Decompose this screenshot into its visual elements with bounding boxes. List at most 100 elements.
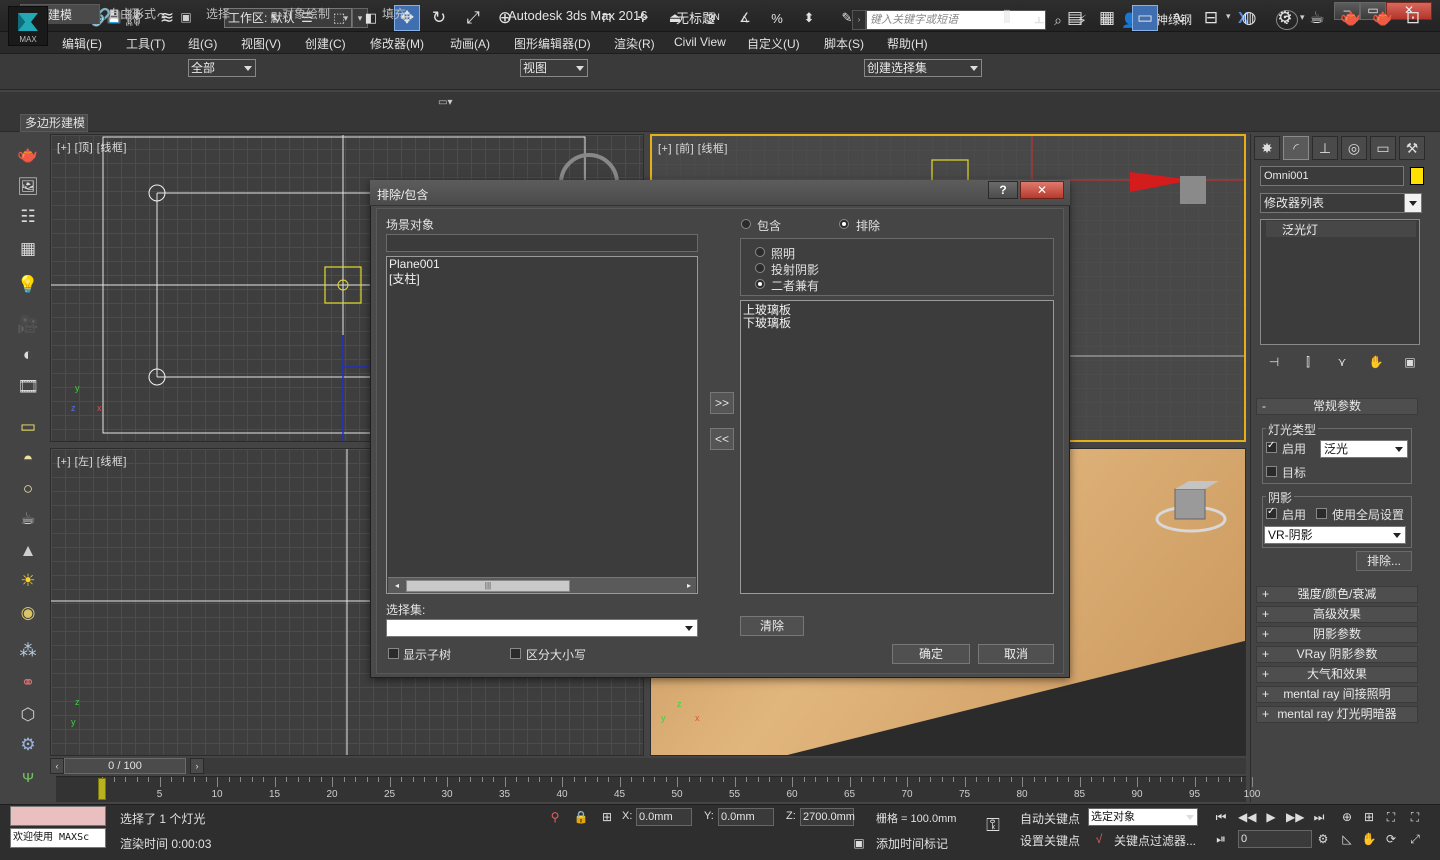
sphere-icon[interactable]: ○: [14, 476, 42, 502]
current-frame-marker[interactable]: [98, 778, 106, 800]
rendered-frame-window-icon[interactable]: ☕: [1304, 5, 1330, 31]
isolate-selection-icon[interactable]: ⚲: [546, 808, 564, 826]
list-item[interactable]: Plane001: [389, 257, 440, 271]
render-production-icon[interactable]: 🫖: [1338, 5, 1364, 31]
show-end-result-icon[interactable]: ⫿: [1296, 352, 1320, 372]
rollout-atmospheres-effects[interactable]: + 大气和效果: [1256, 666, 1418, 683]
render-in-cloud-icon[interactable]: ⊡: [1400, 5, 1426, 31]
use-global-settings-checkbox[interactable]: [1316, 508, 1327, 519]
layer-explorer-icon[interactable]: ▤: [1062, 5, 1088, 31]
schematic-view-icon[interactable]: ⊟: [1198, 5, 1224, 31]
add-time-tag-label[interactable]: 添加时间标记: [876, 835, 948, 852]
scene-objects-list[interactable]: [386, 256, 698, 594]
use-pivot-center-icon[interactable]: ⊓: [594, 5, 620, 31]
named-selection-dropdown[interactable]: 创建选择集: [864, 59, 982, 77]
sun-light-icon[interactable]: ☀: [14, 568, 42, 594]
show-subtree-checkbox[interactable]: [388, 648, 399, 659]
molecule-icon[interactable]: ⚭: [14, 670, 42, 696]
tab-object-paint[interactable]: 对象绘制: [282, 4, 330, 24]
light-enable-checkbox[interactable]: [1266, 440, 1277, 453]
orbit-view-icon[interactable]: ⟳: [1382, 830, 1400, 848]
make-unique-icon[interactable]: ⋎: [1330, 352, 1354, 372]
modify-tab-icon[interactable]: ◜: [1283, 136, 1309, 160]
scene-objects-filter-input[interactable]: [386, 234, 698, 252]
menu-help[interactable]: 帮助(H): [887, 35, 928, 52]
curve-editor-icon[interactable]: ∿: [1166, 5, 1192, 31]
previous-frame-icon[interactable]: ◀◀: [1238, 808, 1256, 826]
angle-snap-icon[interactable]: ∡: [732, 5, 758, 31]
pan-view-icon[interactable]: ✋: [1360, 830, 1378, 848]
maxscript-listener-top[interactable]: [10, 806, 106, 826]
select-manipulate-icon[interactable]: ✛: [630, 5, 656, 31]
case-sensitive-checkbox[interactable]: [510, 648, 521, 659]
target-checkbox[interactable]: [1266, 466, 1277, 477]
camera-icon[interactable]: 🎥: [14, 312, 42, 338]
scroll-thumb[interactable]: |||: [406, 580, 570, 592]
rollout-shadow-parameters[interactable]: + 阴影参数: [1256, 626, 1418, 643]
display-tab-icon[interactable]: ▭: [1370, 136, 1396, 160]
tab-selection[interactable]: 选择: [206, 4, 230, 24]
maxscript-listener[interactable]: 欢迎使用 MAXSc: [10, 828, 106, 848]
dialog-title-bar[interactable]: [370, 180, 1070, 206]
select-and-rotate-icon[interactable]: ↻: [426, 5, 452, 31]
snaps-toggle-icon[interactable]: 3ᴺ: [700, 5, 726, 31]
time-tag-icon[interactable]: ▣: [850, 834, 868, 852]
rollout-vray-shadow-parameters[interactable]: + VRay 阴影参数: [1256, 646, 1418, 663]
user-menu-arrow[interactable]: ▾: [1226, 11, 1231, 22]
table-panel-icon[interactable]: ▦: [14, 236, 42, 262]
scroll-right-icon[interactable]: ▸: [682, 580, 696, 592]
include-radio[interactable]: [741, 219, 751, 229]
pin-stack-icon[interactable]: ⊣: [1262, 352, 1286, 372]
menu-rendering[interactable]: 渲染(R): [614, 35, 655, 52]
field-of-view-icon[interactable]: ◺: [1338, 830, 1356, 848]
time-slider[interactable]: 0 / 100: [64, 758, 186, 774]
clear-button[interactable]: 清除: [740, 616, 804, 636]
box-primitive-icon[interactable]: ▭: [14, 414, 42, 440]
absolute-transform-icon[interactable]: ⊞: [598, 808, 616, 826]
menu-create[interactable]: 创建(C): [305, 35, 346, 52]
x-coordinate-field[interactable]: 0.0mm: [636, 808, 692, 826]
maximize-viewport-icon[interactable]: ⤢: [1406, 830, 1424, 848]
selection-filter-dropdown[interactable]: 全部: [188, 59, 256, 77]
scroll-left-icon[interactable]: ◂: [390, 580, 404, 592]
disk-icon[interactable]: ◉: [14, 600, 42, 626]
excluded-objects-list[interactable]: [740, 300, 1054, 594]
bind-to-space-warp-icon[interactable]: ≋: [154, 5, 180, 31]
play-icon[interactable]: ▶: [1262, 808, 1280, 826]
prev-frame-arrow[interactable]: ‹: [50, 758, 64, 774]
polygon-modeling-panel[interactable]: 多边形建模: [20, 114, 88, 132]
add-to-exclude-button[interactable]: >>: [710, 392, 734, 414]
timeline-track[interactable]: 5 10 15 20 25 30 35 40 45 50 55 60 65 70 75 80 85 90 95 100: [56, 776, 1260, 802]
material-editor-icon[interactable]: ◍: [1236, 5, 1262, 31]
rollout-intensity[interactable]: + 强度/颜色/衰减: [1256, 586, 1418, 603]
menu-customize[interactable]: 自定义(U): [747, 35, 800, 52]
shadow-casting-radio[interactable]: [755, 263, 765, 273]
modifier-list-arrow[interactable]: [1404, 194, 1421, 212]
render-frame-icon[interactable]: 🖼: [14, 174, 42, 200]
remove-from-exclude-button[interactable]: <<: [710, 428, 734, 450]
menu-graph-editors[interactable]: 图形编辑器(D): [514, 35, 591, 52]
key-filters-icon[interactable]: √: [1090, 830, 1108, 848]
rollout-advanced-effects[interactable]: + 高级效果: [1256, 606, 1418, 623]
tab-populate[interactable]: 填充: [382, 4, 406, 24]
render-setup-icon[interactable]: ⚙: [1272, 5, 1298, 31]
utilities-tab-icon[interactable]: ⚒: [1399, 136, 1425, 160]
current-frame-field[interactable]: 0: [1238, 830, 1312, 848]
remove-modifier-icon[interactable]: ✋: [1364, 352, 1388, 372]
create-tab-icon[interactable]: ✸: [1254, 136, 1280, 160]
exclude-button[interactable]: 排除...: [1356, 551, 1412, 571]
teapot-primitive-icon[interactable]: ☕: [14, 506, 42, 532]
menu-edit[interactable]: 编辑(E): [62, 35, 102, 52]
scene-explorer-icon[interactable]: ▭: [1132, 5, 1158, 31]
set-key-button[interactable]: 设置关键点: [1020, 832, 1080, 849]
menu-modifiers[interactable]: 修改器(M): [370, 35, 424, 52]
cone-icon[interactable]: ▲: [14, 538, 42, 564]
align-icon[interactable]: ⫠: [1026, 5, 1052, 31]
menu-view[interactable]: 视图(V): [241, 35, 281, 52]
rollout-mental-ray-indirect[interactable]: + mental ray 间接照明: [1256, 686, 1418, 703]
z-coordinate-field[interactable]: 2700.0mm: [800, 808, 855, 826]
select-and-place-icon[interactable]: ⊕: [492, 5, 518, 31]
menu-animation[interactable]: 动画(A): [450, 35, 490, 52]
dialog-close-button[interactable]: ✕: [1020, 181, 1064, 199]
tab-freeform[interactable]: 自由形式: [108, 4, 156, 24]
